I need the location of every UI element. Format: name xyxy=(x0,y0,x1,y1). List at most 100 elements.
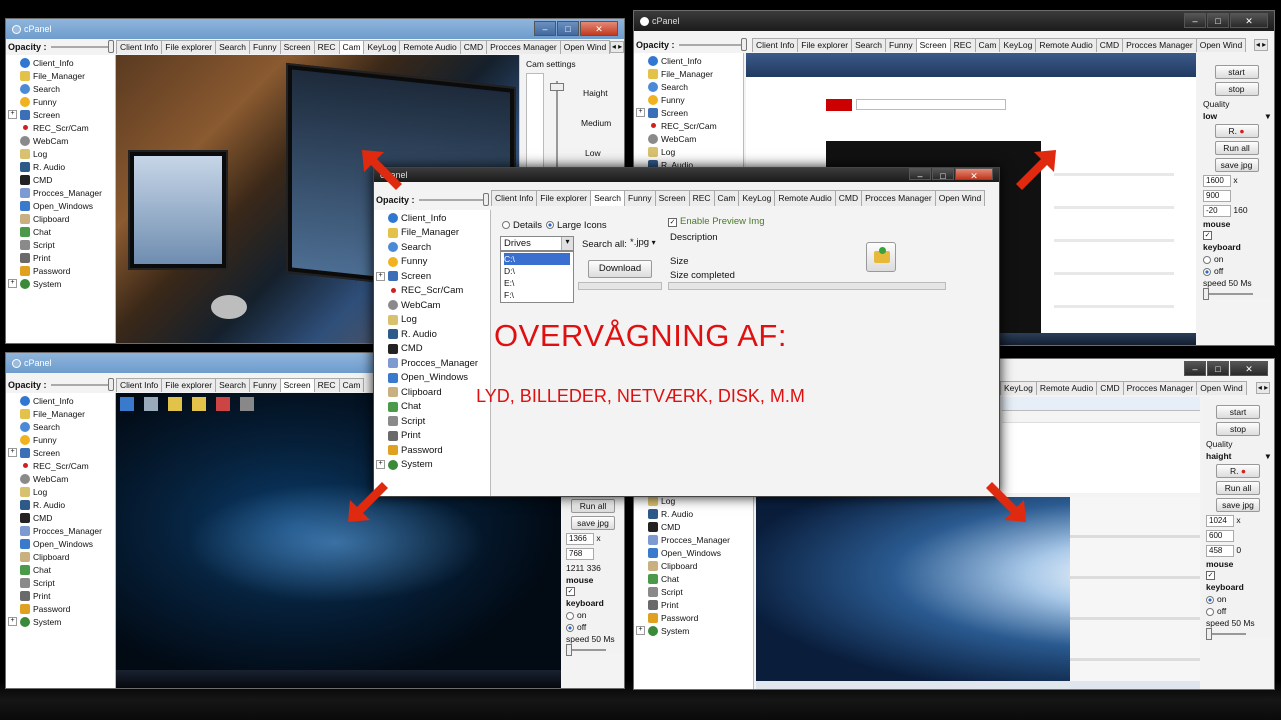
tree-item-webcam[interactable]: WebCam xyxy=(374,298,490,313)
tab-cmd[interactable]: CMD xyxy=(459,40,488,54)
tree-item-funny[interactable]: Funny xyxy=(634,93,743,106)
extension-dropdown[interactable]: *.jpg ▾ xyxy=(628,236,664,251)
drive-option[interactable]: C:\ xyxy=(504,253,570,265)
tree-item-system[interactable]: System xyxy=(6,615,115,628)
tree-item-log[interactable]: Log xyxy=(634,145,743,158)
speed-slider[interactable] xyxy=(1206,628,1246,640)
tree-item-search[interactable]: Search xyxy=(634,80,743,93)
tree-item-file-manager[interactable]: File_Manager xyxy=(374,226,490,241)
tab-funny[interactable]: Funny xyxy=(249,40,281,54)
tree-item-open-windows[interactable]: Open_Windows xyxy=(634,546,753,559)
tab-cam[interactable]: Cam xyxy=(974,38,1001,52)
tree-item-client-info[interactable]: Client_Info xyxy=(634,54,743,67)
opacity-slider-thumb[interactable] xyxy=(741,37,747,51)
keyboard-off-radio[interactable]: off xyxy=(566,622,620,632)
tab-scroll-buttons[interactable]: ◂ ▸ xyxy=(610,41,624,53)
drive-option[interactable]: E:\ xyxy=(504,277,570,289)
tree-item-print[interactable]: Print xyxy=(6,251,115,264)
drive-option[interactable]: F:\ xyxy=(504,289,570,301)
keyboard-on-radio[interactable]: on xyxy=(1206,594,1270,604)
tab-open-windows[interactable]: Open Wind xyxy=(559,40,611,54)
close-button[interactable]: ✕ xyxy=(1230,13,1268,28)
close-button[interactable]: ✕ xyxy=(955,168,993,181)
close-button[interactable]: ✕ xyxy=(1230,361,1268,376)
tree-item-file-manager[interactable]: File_Manager xyxy=(6,407,115,420)
tree-item-password[interactable]: Password xyxy=(374,443,490,458)
minimize-button[interactable]: – xyxy=(534,21,556,36)
tab-procces-manager[interactable]: Procces Manager xyxy=(1122,38,1197,52)
tree-item-file-manager[interactable]: File_Manager xyxy=(634,67,743,80)
opacity-slider[interactable] xyxy=(678,37,747,51)
tab-open-windows[interactable]: Open Wind xyxy=(1195,38,1247,52)
tree-item-system[interactable]: System xyxy=(634,624,753,637)
tree-item-script[interactable]: Script xyxy=(634,585,753,598)
opacity-slider[interactable] xyxy=(418,192,489,206)
tree-item-script[interactable]: Script xyxy=(6,576,115,589)
tree-item-procces-manager[interactable]: Procces_Manager xyxy=(634,533,753,546)
width-field[interactable]: 1024 xyxy=(1206,515,1234,527)
tab-client-info[interactable]: Client Info xyxy=(116,40,163,54)
tree-item-webcam[interactable]: WebCam xyxy=(634,132,743,145)
tree-item-chat[interactable]: Chat xyxy=(6,563,115,576)
tree-item-screen[interactable]: Screen xyxy=(634,106,743,119)
quality-select[interactable]: haight ▾ xyxy=(1206,451,1270,461)
tab-search[interactable]: Search xyxy=(590,190,625,206)
speed-slider-thumb[interactable] xyxy=(566,644,572,656)
run-all-button[interactable]: Run all xyxy=(1216,481,1260,495)
start-button[interactable]: start xyxy=(1214,65,1259,79)
tree-item-print[interactable]: Print xyxy=(634,598,753,611)
tree-item-chat[interactable]: Chat xyxy=(6,225,115,238)
tree-item-password[interactable]: Password xyxy=(634,611,753,624)
tree-item-webcam[interactable]: WebCam xyxy=(6,472,115,485)
tree-item-funny[interactable]: Funny xyxy=(6,95,115,108)
quality-select[interactable]: low ▾ xyxy=(1203,111,1270,121)
tab-screen[interactable]: Screen xyxy=(279,40,315,54)
close-button[interactable]: ✕ xyxy=(580,21,618,36)
tab-keylog[interactable]: KeyLog xyxy=(999,38,1037,52)
offset-y-field[interactable]: 336 xyxy=(587,563,601,573)
tree-item-rec[interactable]: REC_Scr/Cam xyxy=(634,119,743,132)
keyboard-off-radio[interactable]: off xyxy=(1206,606,1270,616)
minimize-button[interactable]: – xyxy=(1184,361,1206,376)
tree-item-screen[interactable]: Screen xyxy=(6,446,115,459)
tab-procces-manager[interactable]: Procces Manager xyxy=(861,190,936,206)
height-field[interactable]: 768 xyxy=(566,548,594,560)
tree-item-system[interactable]: System xyxy=(374,458,490,473)
tab-funny[interactable]: Funny xyxy=(624,190,656,206)
tab-rec[interactable]: REC xyxy=(688,190,715,206)
tab-remote-audio[interactable]: Remote Audio xyxy=(1035,38,1097,52)
width-field[interactable]: 1600 xyxy=(1203,175,1231,187)
cam-quality-thumb[interactable] xyxy=(550,83,564,91)
mouse-checkbox[interactable]: ✓ xyxy=(566,587,575,596)
tab-file-explorer[interactable]: File explorer xyxy=(161,40,217,54)
speed-slider-thumb[interactable] xyxy=(1203,288,1209,300)
opacity-slider-thumb[interactable] xyxy=(483,192,489,206)
view-large-icons-radio[interactable]: Large Icons xyxy=(546,220,607,231)
save-jpg-button[interactable]: save jpg xyxy=(1216,498,1260,512)
tree-item-cmd[interactable]: CMD xyxy=(6,511,115,524)
stop-button[interactable]: stop xyxy=(1214,82,1259,96)
tree-item-screen[interactable]: Screen xyxy=(374,269,490,284)
tree-item-password[interactable]: Password xyxy=(6,602,115,615)
tree-item-cmd[interactable]: CMD xyxy=(634,520,753,533)
tab-screen[interactable]: Screen xyxy=(915,38,951,52)
stop-button[interactable]: stop xyxy=(1216,422,1260,436)
tree-item-r-audio[interactable]: R. Audio xyxy=(6,498,115,511)
tab-remote-audio[interactable]: Remote Audio xyxy=(774,190,836,206)
height-field[interactable]: 600 xyxy=(1206,530,1234,542)
enable-preview-checkbox[interactable]: ✓ Enable Preview Img xyxy=(668,216,764,227)
tree-item-log[interactable]: Log xyxy=(6,485,115,498)
open-folder-button[interactable] xyxy=(866,242,896,272)
offset-y-field[interactable]: 160 xyxy=(1233,205,1247,215)
tab-procces-manager[interactable]: Procces Manager xyxy=(486,40,561,54)
tab-screen[interactable]: Screen xyxy=(654,190,690,206)
maximize-button[interactable]: □ xyxy=(1207,361,1229,376)
speed-slider[interactable] xyxy=(566,644,606,656)
start-button[interactable]: start xyxy=(1216,405,1260,419)
save-jpg-button[interactable]: save jpg xyxy=(1214,158,1259,172)
view-details-radio[interactable]: Details xyxy=(502,220,542,231)
tab-client-info[interactable]: Client Info xyxy=(491,190,538,206)
tree-item-rec[interactable]: REC_Scr/Cam xyxy=(6,459,115,472)
tab-keylog[interactable]: KeyLog xyxy=(738,190,776,206)
tree-item-client-info[interactable]: Client_Info xyxy=(6,56,115,69)
